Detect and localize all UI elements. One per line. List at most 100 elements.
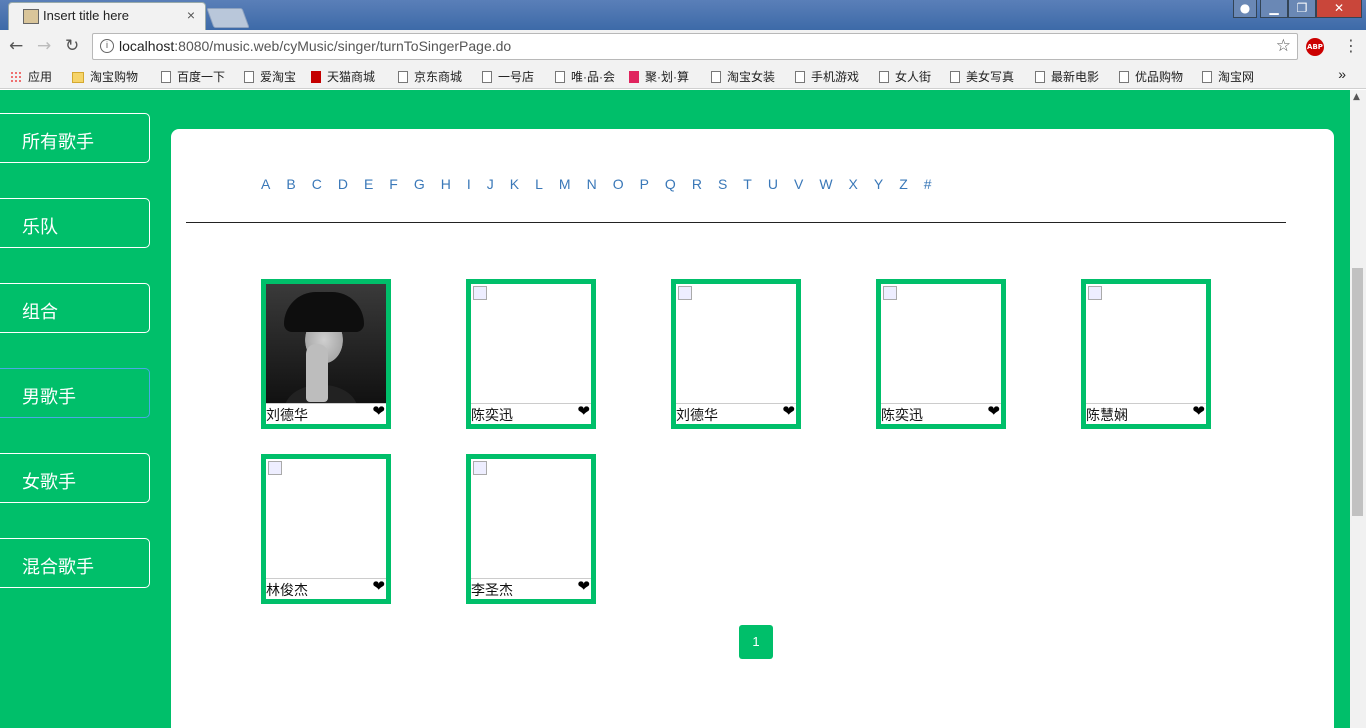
- singer-card[interactable]: 刘德华 ❤: [671, 279, 801, 429]
- letter-link[interactable]: I: [467, 176, 471, 192]
- singer-name[interactable]: 刘德华: [676, 405, 718, 425]
- sidebar-item-male-singer[interactable]: 男歌手: [0, 368, 150, 418]
- adblock-icon[interactable]: ABP: [1306, 38, 1324, 56]
- letter-link[interactable]: O: [613, 176, 624, 192]
- letter-link[interactable]: K: [510, 176, 519, 192]
- singer-card[interactable]: 林俊杰 ❤: [261, 454, 391, 604]
- new-tab-button[interactable]: [206, 8, 250, 28]
- letter-link[interactable]: #: [924, 176, 932, 192]
- singer-photo[interactable]: [266, 284, 386, 404]
- close-window-button[interactable]: ✕: [1316, 0, 1362, 18]
- sidebar-item-female-singer[interactable]: 女歌手: [0, 453, 150, 503]
- letter-link[interactable]: M: [559, 176, 571, 192]
- bookmark-item[interactable]: 手机游戏: [795, 68, 859, 85]
- bookmark-item[interactable]: 聚·划·算: [629, 68, 689, 85]
- singer-name[interactable]: 林俊杰: [266, 580, 308, 600]
- sidebar-item-band[interactable]: 乐队: [0, 198, 150, 248]
- back-icon[interactable]: ←: [9, 36, 23, 56]
- letter-link[interactable]: N: [587, 176, 597, 192]
- bookmark-item[interactable]: 最新电影: [1035, 68, 1099, 85]
- browser-tab[interactable]: Insert title here ×: [8, 2, 206, 30]
- bookmarks-more-icon[interactable]: »: [1338, 66, 1346, 82]
- letter-link[interactable]: G: [414, 176, 425, 192]
- heart-icon[interactable]: ❤: [987, 402, 1000, 420]
- bookmark-item[interactable]: 淘宝女装: [711, 68, 775, 85]
- singer-card[interactable]: 陈奕迅 ❤: [466, 279, 596, 429]
- bookmark-apps[interactable]: 应用: [10, 68, 52, 85]
- sidebar-item-all-singers[interactable]: 所有歌手: [0, 113, 150, 163]
- heart-icon[interactable]: ❤: [372, 402, 385, 420]
- broken-image-icon[interactable]: [881, 284, 1001, 404]
- letter-link[interactable]: C: [312, 176, 322, 192]
- letter-link[interactable]: R: [692, 176, 702, 192]
- singer-card[interactable]: 李圣杰 ❤: [466, 454, 596, 604]
- singer-name[interactable]: 陈奕迅: [881, 405, 923, 425]
- scroll-up-icon[interactable]: ▲: [1353, 92, 1360, 102]
- letter-link[interactable]: D: [338, 176, 348, 192]
- heart-icon[interactable]: ❤: [577, 402, 590, 420]
- broken-image-icon[interactable]: [471, 459, 591, 579]
- letter-link[interactable]: P: [640, 176, 649, 192]
- heart-icon[interactable]: ❤: [372, 577, 385, 595]
- address-bar[interactable]: i localhost:8080/music.web/cyMusic/singe…: [92, 33, 1298, 60]
- bookmark-item[interactable]: 天猫商城: [311, 68, 375, 85]
- letter-link[interactable]: Q: [665, 176, 676, 192]
- page-button-current[interactable]: 1: [739, 625, 773, 659]
- letter-link[interactable]: T: [743, 176, 752, 192]
- forward-icon[interactable]: →: [37, 36, 51, 56]
- singer-name[interactable]: 刘德华: [266, 405, 308, 425]
- letter-link[interactable]: S: [718, 176, 727, 192]
- letter-link[interactable]: L: [535, 176, 543, 192]
- photo-hair: [284, 292, 364, 332]
- page-icon: [244, 71, 254, 83]
- letter-link[interactable]: U: [768, 176, 778, 192]
- reload-icon[interactable]: ↻: [65, 36, 79, 56]
- page-icon: [555, 71, 565, 83]
- letter-link[interactable]: F: [389, 176, 398, 192]
- bookmark-item[interactable]: 爱淘宝: [244, 68, 296, 85]
- singer-name[interactable]: 陈奕迅: [471, 405, 513, 425]
- singer-name[interactable]: 陈慧娴: [1086, 405, 1128, 425]
- letter-link[interactable]: Y: [874, 176, 883, 192]
- letter-link[interactable]: E: [364, 176, 373, 192]
- bookmark-item[interactable]: 美女写真: [950, 68, 1014, 85]
- heart-icon[interactable]: ❤: [577, 577, 590, 595]
- bookmark-item[interactable]: 淘宝购物: [72, 68, 138, 85]
- sidebar-item-group[interactable]: 组合: [0, 283, 150, 333]
- broken-image-icon[interactable]: [676, 284, 796, 404]
- sidebar-item-mixed-singer[interactable]: 混合歌手: [0, 538, 150, 588]
- letter-link[interactable]: A: [261, 176, 270, 192]
- menu-icon[interactable]: ⋮: [1343, 36, 1359, 55]
- heart-icon[interactable]: ❤: [782, 402, 795, 420]
- bookmark-item[interactable]: 优品购物: [1119, 68, 1183, 85]
- bookmark-item[interactable]: 京东商城: [398, 68, 462, 85]
- bookmark-item[interactable]: 淘宝网: [1202, 68, 1254, 85]
- bookmark-item[interactable]: 女人街: [879, 68, 931, 85]
- letter-link[interactable]: W: [819, 176, 832, 192]
- info-icon[interactable]: i: [100, 39, 114, 53]
- tab-close-icon[interactable]: ×: [187, 7, 195, 23]
- bookmark-item[interactable]: 百度一下: [161, 68, 225, 85]
- singer-card[interactable]: 刘德华 ❤: [261, 279, 391, 429]
- letter-link[interactable]: B: [286, 176, 295, 192]
- letter-link[interactable]: J: [487, 176, 494, 192]
- bookmark-star-icon[interactable]: ☆: [1276, 36, 1291, 56]
- letter-link[interactable]: V: [794, 176, 803, 192]
- scrollbar[interactable]: ▲: [1350, 90, 1366, 728]
- user-icon[interactable]: ●: [1233, 0, 1257, 18]
- letter-link[interactable]: Z: [899, 176, 908, 192]
- letter-link[interactable]: X: [849, 176, 858, 192]
- scrollbar-thumb[interactable]: [1352, 268, 1363, 516]
- broken-image-icon[interactable]: [266, 459, 386, 579]
- letter-link[interactable]: H: [441, 176, 451, 192]
- singer-card[interactable]: 陈慧娴 ❤: [1081, 279, 1211, 429]
- restore-button[interactable]: ❐: [1288, 0, 1316, 18]
- singer-name[interactable]: 李圣杰: [471, 580, 513, 600]
- minimize-button[interactable]: ▁: [1260, 0, 1288, 18]
- heart-icon[interactable]: ❤: [1192, 402, 1205, 420]
- singer-card[interactable]: 陈奕迅 ❤: [876, 279, 1006, 429]
- broken-image-icon[interactable]: [471, 284, 591, 404]
- bookmark-item[interactable]: 唯·品·会: [555, 68, 615, 85]
- bookmark-item[interactable]: 一号店: [482, 68, 534, 85]
- broken-image-icon[interactable]: [1086, 284, 1206, 404]
